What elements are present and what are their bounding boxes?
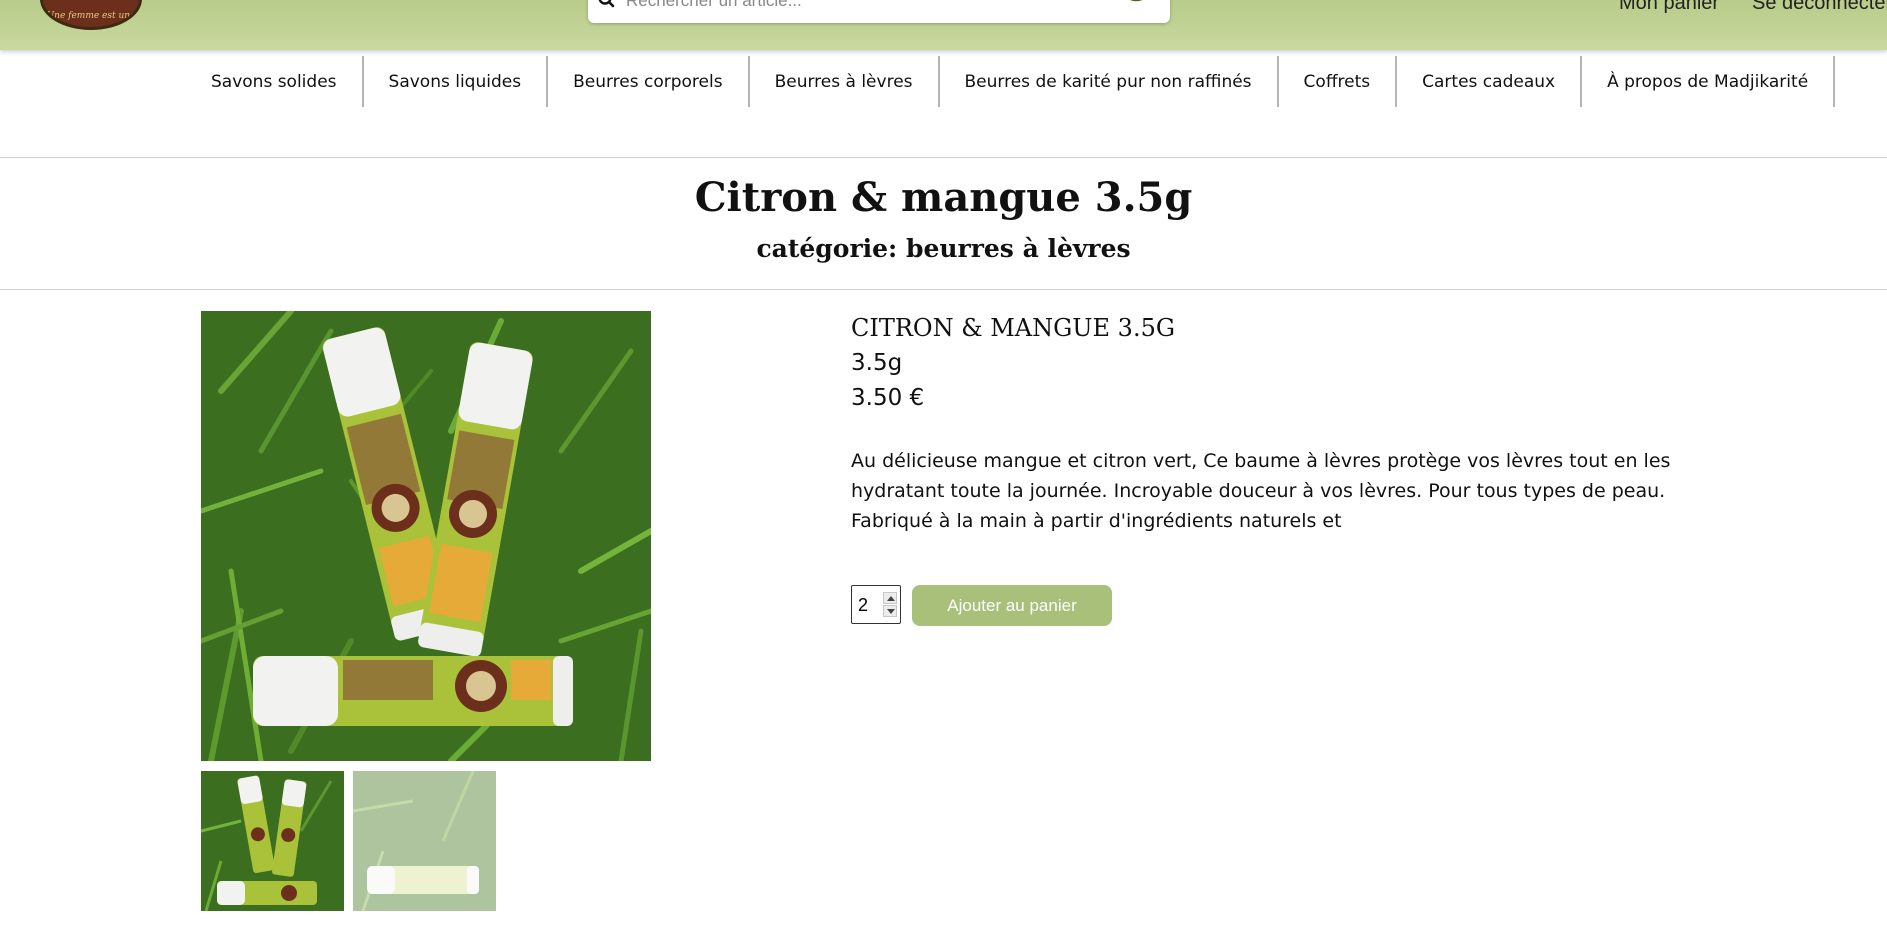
- chevron-down-icon[interactable]: [883, 605, 897, 617]
- nav-item-coffrets[interactable]: Coffrets: [1279, 56, 1398, 107]
- quantity-stepper[interactable]: [851, 585, 901, 624]
- top-header: Une femme est une Mon panier Se déconnec…: [0, 0, 1887, 50]
- logo-text: Une femme est une: [46, 11, 136, 21]
- page-subtitle: catégorie: beurres à lèvres: [756, 234, 1131, 263]
- quantity-input[interactable]: [858, 594, 882, 616]
- fruit-decoration-icon: [1124, 0, 1152, 4]
- chevron-up-icon[interactable]: [883, 592, 897, 604]
- nav-item-beurres-de-karite[interactable]: Beurres de karité pur non raffinés: [940, 56, 1279, 107]
- search-icon[interactable]: [596, 0, 618, 12]
- nav-item-cartes-cadeaux[interactable]: Cartes cadeaux: [1397, 56, 1583, 107]
- main-nav: Savons solides Savons liquides Beurres c…: [200, 56, 1836, 107]
- add-to-cart-button[interactable]: Ajouter au panier: [912, 585, 1112, 626]
- search-input[interactable]: [626, 0, 1106, 12]
- brand-logo[interactable]: Une femme est une: [40, 0, 142, 30]
- product-price: 3.50 €: [851, 385, 925, 411]
- nav-item-beurres-a-levres[interactable]: Beurres à lèvres: [750, 56, 940, 107]
- product-thumbnail[interactable]: [201, 771, 344, 911]
- page-title: Citron & mangue 3.5g: [694, 174, 1193, 221]
- cart-link[interactable]: Mon panier: [1619, 0, 1719, 15]
- product-name: CITRON & MANGUE 3.5G: [851, 314, 1176, 342]
- product-description: Au délicieuse mangue et citron vert, Ce …: [851, 450, 1671, 532]
- nav-item-savons-liquides[interactable]: Savons liquides: [364, 56, 549, 107]
- quantity-spinner: [883, 592, 897, 618]
- nav-item-savons-solides[interactable]: Savons solides: [200, 56, 364, 107]
- nav-item-a-propos[interactable]: À propos de Madjikarité: [1582, 56, 1836, 107]
- title-band: Citron & mangue 3.5g catégorie: beurres …: [0, 157, 1887, 290]
- product-main-image[interactable]: [201, 311, 651, 761]
- logout-link[interactable]: Se déconnecter: [1752, 0, 1887, 15]
- search-box[interactable]: [588, 0, 1170, 23]
- product-weight: 3.5g: [851, 350, 903, 376]
- product-thumbnail[interactable]: [353, 771, 496, 911]
- nav-item-beurres-corporels[interactable]: Beurres corporels: [548, 56, 750, 107]
